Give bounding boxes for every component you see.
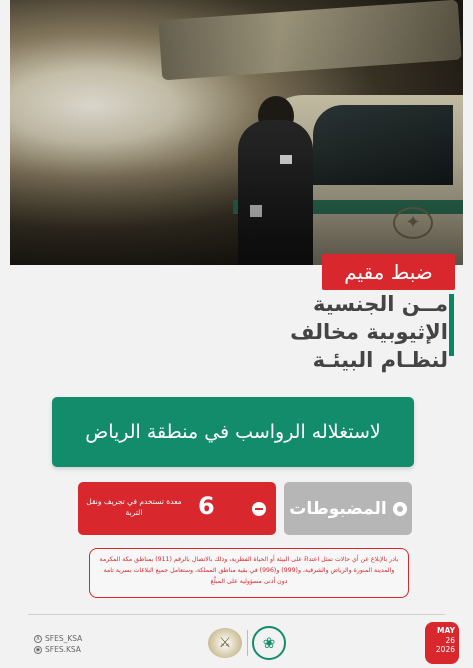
social-handles: X SFES_KSA ◉ SFES.KSA: [34, 633, 82, 655]
reason-banner: لاستغلاله الرواسب في منطقة الرياض: [52, 397, 414, 467]
social-handle: SFES_KSA: [45, 634, 83, 643]
headline-line: لنظـام البيئـة: [312, 348, 448, 372]
social-x[interactable]: X SFES_KSA: [34, 633, 82, 644]
footer-divider: [28, 614, 445, 615]
x-icon: X: [34, 634, 42, 643]
date-day: 26: [445, 635, 455, 645]
saudi-emblem-logo-icon: ⚔: [208, 628, 242, 658]
seized-label: المضبوطات: [289, 498, 387, 519]
date-badge: MAY 26 2026: [425, 622, 459, 664]
seized-item-card: 6 معدة تستخدم في تجريف ونقل التربة: [78, 482, 276, 535]
hero-photo: ✦: [10, 0, 463, 265]
social-instagram[interactable]: ◉ SFES.KSA: [34, 644, 82, 655]
headline: مــن الجنسية الإثيوبية مخالف لنظـام البي…: [208, 290, 448, 374]
headline-accent-bar: [449, 294, 454, 356]
headline-line: الإثيوبية مخالف: [290, 320, 448, 344]
date-month: MAY: [437, 626, 455, 635]
seized-item-description: معدة تستخدم في تجريف ونقل التربة: [86, 497, 182, 517]
date-year: 2026: [435, 645, 455, 654]
headline-tag: ضبط مقيم: [322, 254, 455, 290]
environment-authority-logo-icon: ❀: [252, 626, 286, 660]
minus-circle-icon: [252, 502, 266, 516]
instagram-icon: ◉: [34, 645, 42, 654]
headline-line: مــن الجنسية: [312, 292, 448, 316]
logo-separator: [247, 630, 248, 656]
report-notice: بادر بالإبلاغ عن أي حالات تمثل اعتداءً ع…: [89, 548, 409, 598]
seized-item-count: 6: [198, 492, 215, 520]
circle-dot-icon: [392, 501, 407, 516]
seized-label-badge: المضبوطات: [284, 482, 412, 535]
social-handle: SFES.KSA: [45, 645, 81, 654]
